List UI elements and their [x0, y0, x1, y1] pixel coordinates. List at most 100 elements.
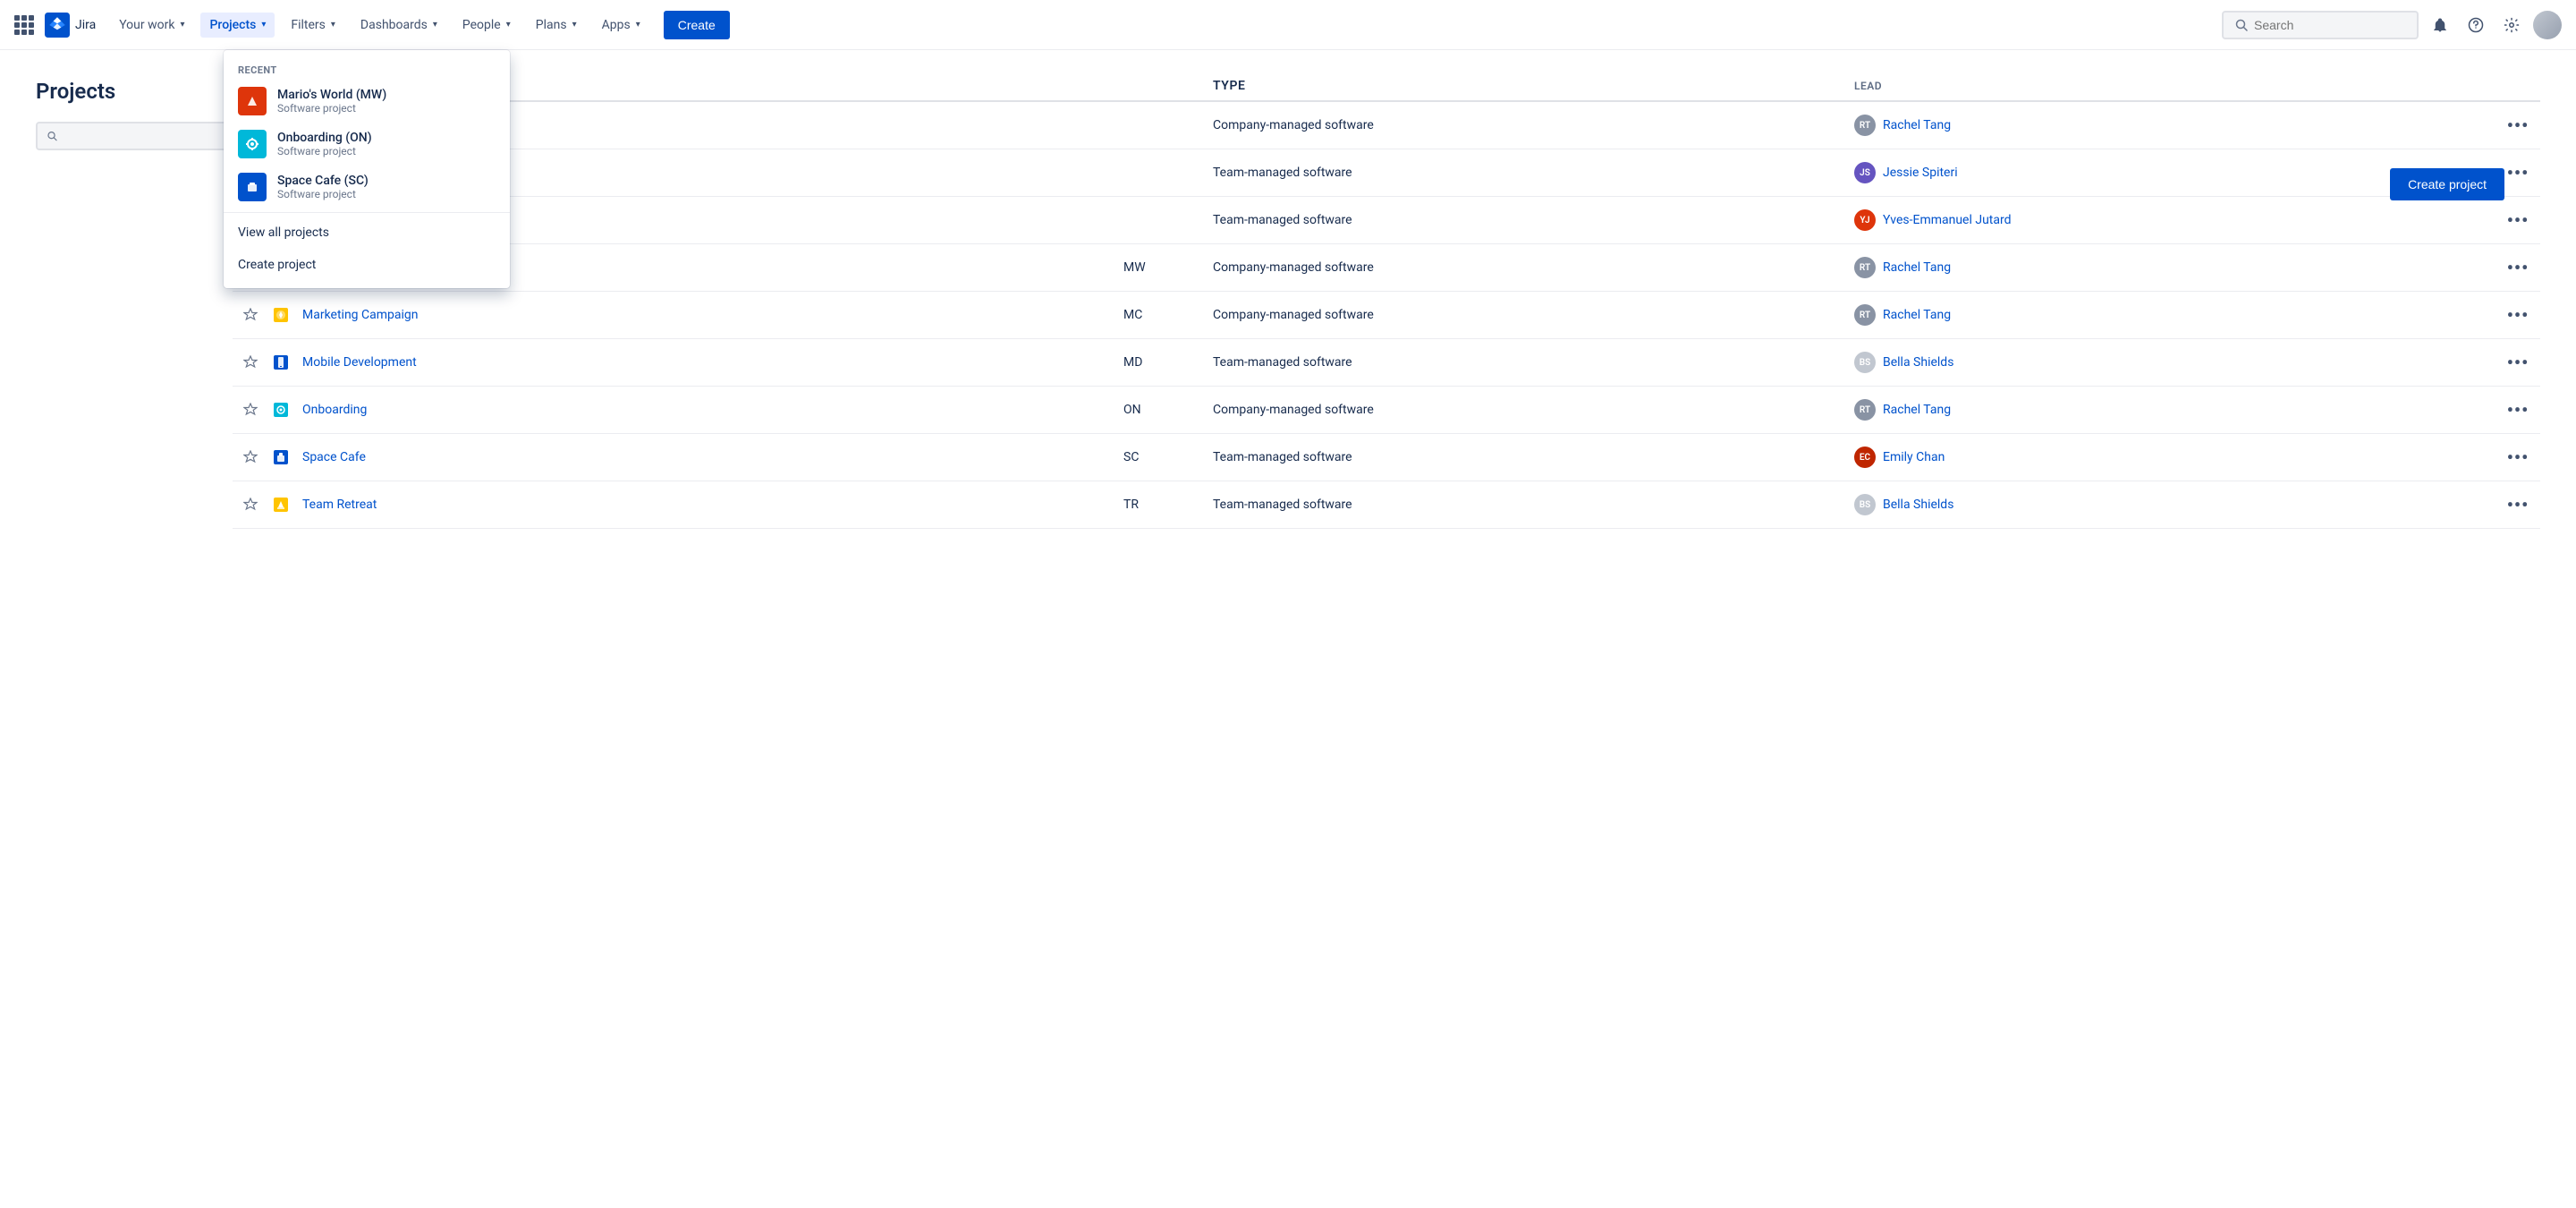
star-button[interactable] [233, 403, 268, 417]
nav-dashboards[interactable]: Dashboards ▾ [352, 13, 446, 38]
lead-name-link[interactable]: Emily Chan [1883, 450, 1945, 464]
jira-logo[interactable]: Jira [45, 13, 96, 38]
star-empty-icon [243, 498, 258, 512]
project-name-link[interactable]: Marketing Campaign [302, 308, 419, 322]
view-all-projects-link[interactable]: View all projects [224, 217, 510, 249]
marios-world-icon [238, 87, 267, 115]
project-type-cell: Team-managed software [1213, 213, 1854, 227]
project-type-cell: Team-managed software [1213, 166, 1854, 180]
project-type-cell: Team-managed software [1213, 450, 1854, 464]
project-lead-cell: YJ Yves-Emmanuel Jutard [1854, 209, 2496, 231]
project-name-cell: Marketing Campaign [268, 302, 1123, 328]
nav-people[interactable]: People ▾ [453, 13, 520, 38]
more-options-button[interactable]: ••• [2496, 304, 2540, 326]
more-options-button[interactable]: ••• [2496, 352, 2540, 373]
nav-left: Jira Your work ▾ Projects ▾ Filters ▾ Da… [14, 11, 730, 39]
lead-name-link[interactable]: Bella Shields [1883, 498, 1953, 512]
plans-chevron-icon: ▾ [572, 20, 577, 30]
star-empty-icon [243, 308, 258, 322]
project-name-link[interactable]: Onboarding [302, 403, 367, 417]
table-row[interactable]: Space Cafe SC Team-managed software EC E… [233, 434, 2540, 481]
create-project-link[interactable]: Create project [224, 249, 510, 281]
filters-chevron-icon: ▾ [331, 20, 335, 30]
nav-apps[interactable]: Apps ▾ [593, 13, 649, 38]
project-name-cell: Mobile Development [268, 350, 1123, 375]
sidebar-search-input[interactable] [64, 129, 222, 143]
table-row[interactable]: Launch Planning Team-managed software YJ… [233, 197, 2540, 244]
nav-projects[interactable]: Projects ▾ [200, 13, 275, 38]
more-options-button[interactable]: ••• [2496, 447, 2540, 468]
page-title: Projects [36, 79, 233, 104]
top-navigation: Jira Your work ▾ Projects ▾ Filters ▾ Da… [0, 0, 2576, 50]
lead-name-link[interactable]: Rachel Tang [1883, 118, 1951, 132]
lead-name-link[interactable]: Rachel Tang [1883, 308, 1951, 322]
project-name-link[interactable]: Team Retreat [302, 498, 377, 512]
project-type-cell: Team-managed software [1213, 355, 1854, 370]
create-project-button[interactable]: Create project [2390, 168, 2504, 200]
your-work-chevron-icon: ▾ [180, 20, 184, 30]
star-empty-icon [243, 450, 258, 464]
table-row[interactable]: Content Design Company-managed software … [233, 102, 2540, 149]
star-button[interactable] [233, 498, 268, 512]
help-button[interactable] [2462, 11, 2490, 39]
project-key-cell: MW [1123, 260, 1213, 275]
create-button[interactable]: Create [664, 11, 730, 39]
th-type: Type [1213, 79, 1854, 93]
project-key-cell: ON [1123, 403, 1213, 417]
lead-avatar: YJ [1854, 209, 1876, 231]
nav-your-work[interactable]: Your work ▾ [110, 13, 193, 38]
table-header: Name ↑ Type Lead [233, 79, 2540, 102]
table-row[interactable]: Marketing Campaign MC Company-managed so… [233, 292, 2540, 339]
table-row[interactable]: Mario's World MW Company-managed softwar… [233, 244, 2540, 292]
project-type-cell: Company-managed software [1213, 260, 1854, 275]
star-button[interactable] [233, 355, 268, 370]
notifications-button[interactable] [2426, 11, 2454, 39]
project-name-link[interactable]: Space Cafe [302, 450, 366, 464]
project-type-cell: Company-managed software [1213, 403, 1854, 417]
lead-name-link[interactable]: Bella Shields [1883, 355, 1953, 370]
star-button[interactable] [233, 308, 268, 322]
star-empty-icon [243, 355, 258, 370]
lead-name-link[interactable]: Rachel Tang [1883, 403, 1951, 417]
table-row[interactable]: Onboarding ON Company-managed software R… [233, 387, 2540, 434]
search-box[interactable] [2222, 11, 2419, 39]
onboarding-text: Onboarding (ON) Software project [277, 131, 372, 157]
settings-button[interactable] [2497, 11, 2526, 39]
app-switcher-button[interactable] [14, 15, 34, 35]
sidebar-search-icon [47, 130, 58, 142]
lead-name-link[interactable]: Yves-Emmanuel Jutard [1883, 213, 2012, 227]
project-lead-cell: RT Rachel Tang [1854, 115, 2496, 136]
project-lead-cell: BS Bella Shields [1854, 494, 2496, 515]
search-input[interactable] [2254, 18, 2406, 32]
projects-chevron-icon: ▾ [261, 20, 266, 30]
table-row[interactable]: Customer Experience Team-managed softwar… [233, 149, 2540, 197]
user-avatar[interactable] [2533, 11, 2562, 39]
star-button[interactable] [233, 450, 268, 464]
table-row[interactable]: Team Retreat TR Team-managed software BS… [233, 481, 2540, 529]
jira-logo-text: Jira [75, 18, 96, 32]
th-lead[interactable]: Lead [1854, 80, 2496, 92]
more-options-button[interactable]: ••• [2496, 494, 2540, 515]
dropdown-item-onboarding[interactable]: Onboarding (ON) Software project [224, 123, 510, 166]
lead-avatar: BS [1854, 494, 1876, 515]
lead-name-link[interactable]: Rachel Tang [1883, 260, 1951, 275]
more-options-button[interactable]: ••• [2496, 115, 2540, 136]
nav-filters[interactable]: Filters ▾ [282, 13, 344, 38]
lead-name-link[interactable]: Jessie Spiteri [1883, 166, 1958, 180]
project-name-link[interactable]: Mobile Development [302, 355, 417, 370]
more-options-button[interactable]: ••• [2496, 399, 2540, 421]
dropdown-item-space-cafe[interactable]: Space Cafe (SC) Software project [224, 166, 510, 208]
more-options-button[interactable]: ••• [2496, 209, 2540, 231]
sidebar-search[interactable] [36, 122, 233, 150]
project-key-cell: MC [1123, 308, 1213, 322]
dropdown-item-marios-world[interactable]: Mario's World (MW) Software project [224, 80, 510, 123]
space-cafe-icon [238, 173, 267, 201]
nav-plans[interactable]: Plans ▾ [527, 13, 586, 38]
table-row[interactable]: Mobile Development MD Team-managed softw… [233, 339, 2540, 387]
project-lead-cell: BS Bella Shields [1854, 352, 2496, 373]
dashboards-chevron-icon: ▾ [433, 20, 437, 30]
dropdown-recent-label: RECENT [224, 57, 510, 80]
project-icon [268, 397, 293, 422]
space-cafe-text: Space Cafe (SC) Software project [277, 174, 369, 200]
more-options-button[interactable]: ••• [2496, 257, 2540, 278]
